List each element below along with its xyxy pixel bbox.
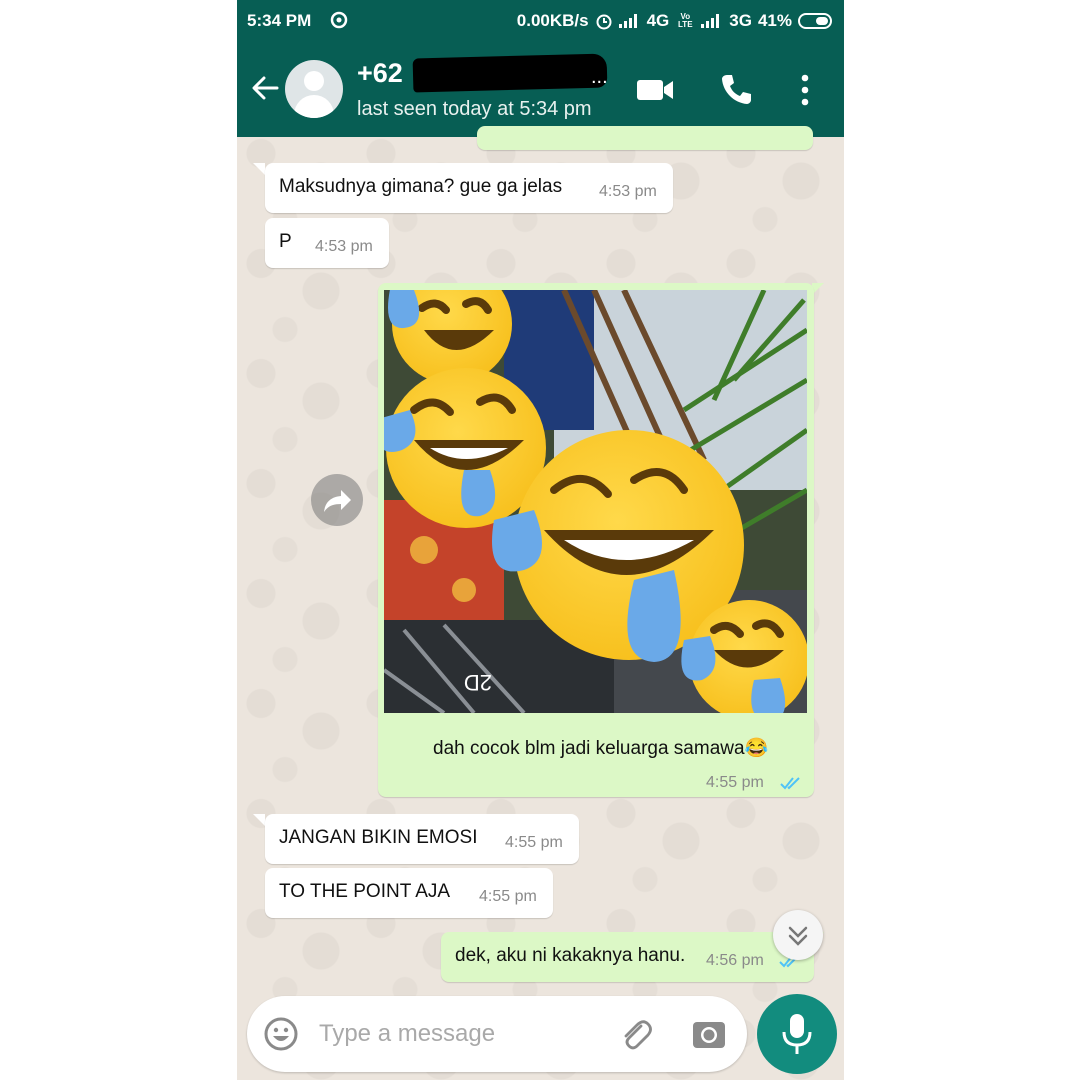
alarm-icon <box>596 14 612 30</box>
bubble-tail <box>253 814 265 826</box>
message-text: TO THE POINT AJA <box>279 881 451 902</box>
message-time: 4:55 pm <box>505 834 563 851</box>
emoji-icon[interactable] <box>263 1016 299 1052</box>
partial-outgoing-bubble <box>477 126 813 150</box>
forward-button[interactable] <box>311 474 363 526</box>
status-time: 5:34 PM <box>247 11 312 30</box>
bubble-tail <box>253 163 265 175</box>
message-time: 4:53 pm <box>599 183 657 200</box>
volte-badge: Vo LTE <box>678 12 693 29</box>
signal-icon-2 <box>701 14 723 28</box>
contact-avatar[interactable] <box>285 60 343 118</box>
microphone-icon <box>782 1014 812 1054</box>
shared-photo[interactable]: 2D <box>384 290 807 713</box>
message-input[interactable]: Type a message <box>319 1020 495 1048</box>
message-time: 4:56 pm <box>706 952 764 969</box>
battery-percent: 41% <box>757 11 792 30</box>
emoji-faces <box>384 290 786 713</box>
chat-header: +62 ... last seen today at 5:34 pm <box>237 42 844 137</box>
message-incoming[interactable]: P 4:53 pm <box>265 218 389 268</box>
message-time: 4:53 pm <box>315 238 373 255</box>
battery-icon <box>798 13 832 29</box>
double-chevron-down-icon <box>788 926 808 946</box>
last-seen-status: last seen today at 5:34 pm <box>357 98 592 120</box>
message-text: P <box>279 231 292 252</box>
signal-icon-1 <box>618 14 641 28</box>
phone-call-icon[interactable] <box>719 72 753 106</box>
message-text: JANGAN BIKIN EMOSI <box>279 827 478 848</box>
phone-screen: 5:34 PM 0.00KB/s 4G Vo LTE 3G 41% +62 ..… <box>237 0 844 1080</box>
back-arrow-icon[interactable] <box>249 72 281 104</box>
image-caption: dah cocok blm jadi keluarga samawa😂 <box>433 738 769 759</box>
redacted-ellipsis: ... <box>591 66 608 88</box>
voice-record-button[interactable] <box>757 994 837 1074</box>
notification-icon <box>330 11 348 29</box>
message-incoming[interactable]: TO THE POINT AJA 4:55 pm <box>265 868 553 918</box>
attach-icon[interactable] <box>617 1016 653 1052</box>
redaction-mark <box>412 53 608 93</box>
network-type-1: 4G <box>646 11 670 30</box>
double-check-icon <box>780 777 800 790</box>
message-text: Maksudnya gimana? gue ga jelas <box>279 176 563 197</box>
forward-icon <box>324 490 351 512</box>
message-text: dek, aku ni kakaknya hanu. <box>455 945 686 966</box>
message-incoming[interactable]: JANGAN BIKIN EMOSI 4:55 pm <box>265 814 579 864</box>
more-options-icon[interactable] <box>797 72 813 108</box>
video-call-icon[interactable] <box>635 76 675 104</box>
message-outgoing[interactable]: dek, aku ni kakaknya hanu. 4:56 pm <box>441 932 814 982</box>
contact-name[interactable]: +62 <box>357 58 403 89</box>
scroll-to-bottom-button[interactable] <box>773 910 823 960</box>
message-incoming[interactable]: Maksudnya gimana? gue ga jelas 4:53 pm <box>265 163 673 213</box>
network-type-2: 3G <box>729 11 752 30</box>
status-bar: 5:34 PM 0.00KB/s 4G Vo LTE 3G 41% <box>237 0 844 42</box>
status-right: 0.00KB/s 4G Vo LTE 3G 41% <box>517 11 832 31</box>
message-time: 4:55 pm <box>706 774 764 791</box>
network-speed: 0.00KB/s <box>516 11 589 30</box>
camera-icon[interactable] <box>691 1016 727 1052</box>
message-time: 4:55 pm <box>479 888 537 905</box>
message-compose-bar: Type a message <box>247 996 747 1072</box>
